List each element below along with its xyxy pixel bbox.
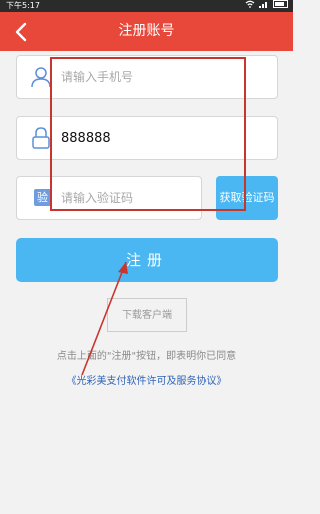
- status-bar: 下午5:17: [0, 0, 293, 12]
- verify-icon: 验: [34, 189, 51, 206]
- back-button[interactable]: [8, 18, 36, 46]
- password-field[interactable]: [16, 116, 278, 160]
- agreement-link[interactable]: 《光彩美支付软件许可及服务协议》: [0, 372, 293, 387]
- download-client-button[interactable]: 下载客户端: [107, 298, 187, 332]
- signal-icon: [259, 1, 269, 8]
- phone-field[interactable]: [16, 55, 278, 99]
- phone-input[interactable]: [61, 56, 271, 98]
- password-input[interactable]: [61, 117, 271, 159]
- verification-code-field[interactable]: 验: [16, 176, 202, 220]
- status-time: 下午5:17: [6, 1, 40, 10]
- lock-icon: [17, 117, 61, 159]
- page-title: 注册账号: [118, 23, 175, 39]
- get-code-button[interactable]: 获取验证码: [216, 176, 278, 220]
- user-icon: [17, 56, 61, 98]
- register-button[interactable]: 注册: [16, 238, 278, 282]
- agreement-notice: 点击上面的"注册"按钮，即表明你已同意: [56, 351, 237, 362]
- wifi-icon: [245, 0, 255, 8]
- chevron-left-icon: [15, 22, 27, 42]
- verification-code-input[interactable]: [61, 177, 197, 219]
- header-bar: 注册账号: [0, 12, 293, 51]
- battery-icon: [273, 0, 288, 8]
- status-icons: [245, 0, 288, 8]
